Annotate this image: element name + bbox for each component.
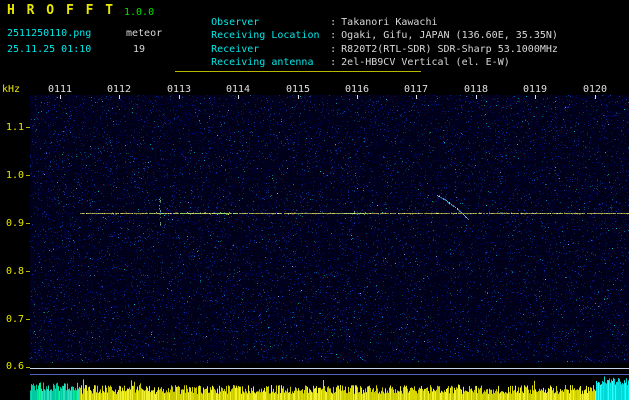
y-axis-tick-label-0.8: 0.8	[5, 266, 24, 277]
info-value-observer: Takanori Kawachi	[341, 17, 438, 28]
colon: :	[330, 43, 337, 55]
x-axis-tick-label-0116: 0116	[344, 84, 370, 95]
file-name: 2511250110.png	[7, 28, 92, 39]
y-axis-tick-label-0.7: 0.7	[5, 314, 24, 325]
colon: :	[330, 56, 337, 68]
spectrogram-canvas	[30, 95, 629, 363]
info-label-receiver: Receiver	[211, 43, 260, 55]
x-axis-tick-label-0120: 0120	[582, 84, 608, 95]
y-axis-unit-label: kHz	[2, 84, 21, 95]
x-axis-tick-label-0118: 0118	[463, 84, 489, 95]
y-axis-tick-label-1.0: 1.0	[5, 170, 24, 181]
app-title: H R O F F T	[7, 3, 116, 18]
info-label-antenna: Receiving antenna	[211, 56, 314, 68]
info-label-location: Receiving Location	[211, 30, 320, 42]
x-axis-tick-label-0115: 0115	[285, 84, 311, 95]
x-axis-tick-label-0111: 0111	[47, 84, 73, 95]
x-axis-tick-label-0119: 0119	[522, 84, 548, 95]
colon: :	[330, 17, 337, 28]
header-underline	[175, 71, 421, 72]
mode-label: meteor	[126, 28, 163, 39]
echo-count: 19	[133, 44, 146, 55]
timestamp: 25.11.25 01:10	[7, 44, 92, 55]
x-axis-tick-label-0114: 0114	[225, 84, 251, 95]
x-axis-tick-label-0117: 0117	[403, 84, 429, 95]
x-axis-tick-label-0113: 0113	[166, 84, 192, 95]
info-value-receiver: R820T2(RTL-SDR) SDR-Sharp 53.1000MHz	[341, 43, 558, 55]
info-label-observer: Observer	[211, 17, 260, 28]
observation-info-block: Observer: Takanori Kawachi Receiving Loca…	[175, 6, 558, 68]
x-axis-tick-label-0112: 0112	[106, 84, 132, 95]
y-axis-tick-label-0.9: 0.9	[5, 218, 24, 229]
hrofft-output-screen: H R O F F T 1.0.0 2511250110.png meteor …	[0, 0, 629, 400]
info-row-observer: Observer: Takanori Kawachi	[175, 6, 558, 28]
info-value-antenna: 2el-HB9CV Vertical (el. E-W)	[341, 56, 510, 68]
info-value-location: Ogaki, Gifu, JAPAN (136.60E, 35.35N)	[341, 30, 558, 42]
y-axis-tick-label-1.1: 1.1	[5, 122, 24, 133]
y-axis-tick-label-0.6: 0.6	[5, 361, 24, 372]
signal-level-canvas	[30, 364, 629, 400]
colon: :	[330, 30, 337, 42]
app-version: 1.0.0	[124, 7, 155, 18]
